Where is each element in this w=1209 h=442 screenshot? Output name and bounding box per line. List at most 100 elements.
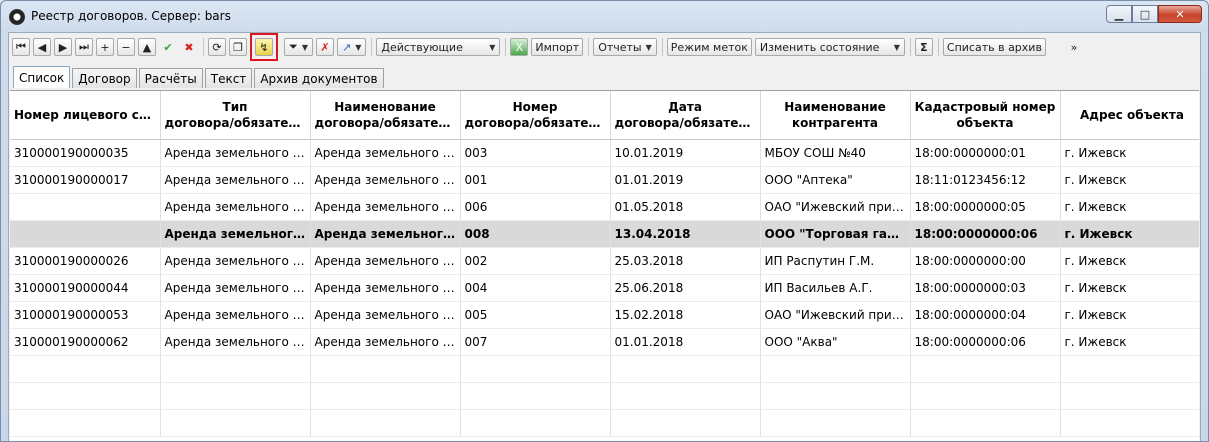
window-title: Реестр договоров. Сервер: bars: [31, 9, 231, 23]
table-cell: Аренда земельного у...: [160, 220, 311, 248]
table-cell: 004: [460, 274, 611, 302]
archive-button[interactable]: Списать в архив: [942, 38, 1046, 56]
table-row[interactable]: 310000190000026 Аренда земельного уча... А…: [10, 247, 1199, 275]
column-header[interactable]: Наименование договора/обязательс...: [310, 91, 461, 140]
column-header-line: Дата: [668, 100, 702, 114]
tab-text[interactable]: Текст: [204, 68, 253, 88]
navigate-dropdown[interactable]: ↗ ▼: [336, 38, 367, 56]
column-header-line: Номер: [512, 100, 558, 114]
first-record-icon[interactable]: ⏮: [12, 38, 30, 56]
cancel-icon[interactable]: ✖: [180, 38, 198, 56]
excel-icon[interactable]: X: [510, 38, 529, 56]
empty-row: [10, 382, 1199, 410]
tab-list[interactable]: Список: [13, 66, 71, 88]
import-button[interactable]: Импорт: [531, 38, 584, 56]
table-row[interactable]: 310000190000053 Аренда земельного уча... А…: [10, 301, 1199, 329]
refresh-icon[interactable]: ⟳: [208, 38, 226, 56]
last-record-icon[interactable]: ⏭: [75, 38, 93, 56]
table-cell: Аренда земельного уча...: [160, 193, 311, 221]
toolbar-separator: [588, 38, 590, 56]
table-cell: 007: [460, 328, 611, 356]
table-cell: [10, 220, 161, 248]
empty-cell: [10, 382, 161, 410]
column-header[interactable]: Тип договора/обязательс...: [160, 91, 311, 140]
toolbar-separator: [203, 38, 204, 56]
reports-dropdown[interactable]: Отчеты ▼: [593, 38, 657, 56]
column-header[interactable]: Дата договора/обязательс...: [610, 91, 761, 140]
status-filter-select[interactable]: Действующие ▼: [376, 38, 501, 56]
table-cell: 310000190000044: [10, 274, 161, 302]
table-cell: 18:00:0000000:04: [910, 301, 1061, 329]
table-cell: ООО "Аква": [760, 328, 911, 356]
maximize-button[interactable]: □: [1132, 5, 1158, 23]
column-header[interactable]: Номер договора/обязательс...: [460, 91, 611, 140]
table-cell: г. Ижевск: [1060, 274, 1199, 302]
column-header-line: Тип: [222, 100, 248, 114]
table-cell: Аренда земельного уча...: [310, 139, 461, 167]
table-row[interactable]: Аренда земельного уча... Аренда земельног…: [10, 193, 1199, 221]
table-cell: Аренда земельного уча...: [310, 193, 461, 221]
main-area: ⏮ ◀ ▶ ⏭ + − ▲ ✔ ✖ ⟳ ❐ ↯ ⏷ ▼ ✗ ↗ ▼ Действую…: [8, 32, 1201, 441]
app-window: Реестр договоров. Сервер: bars ▁ □ ✕ ⏮ ◀…: [0, 0, 1209, 442]
table-cell: Аренда земельного уча...: [160, 301, 311, 329]
table-row[interactable]: 310000190000035 Аренда земельного уча... А…: [10, 139, 1199, 167]
table-cell: г. Ижевск: [1060, 193, 1199, 221]
empty-cell: [910, 382, 1061, 410]
column-header[interactable]: Кадастровый номер объекта: [910, 91, 1061, 140]
table-cell: 18:00:0000000:01: [910, 139, 1061, 167]
table-cell: 18:00:0000000:06: [910, 220, 1061, 248]
minimize-button[interactable]: ▁: [1106, 5, 1132, 23]
table-cell: г. Ижевск: [1060, 328, 1199, 356]
tab-contract[interactable]: Договор: [72, 68, 137, 88]
table-row[interactable]: 310000190000044 Аренда земельного уча... А…: [10, 274, 1199, 302]
table-cell: г. Ижевск: [1060, 247, 1199, 275]
table-cell: Аренда земельного уча...: [310, 301, 461, 329]
sum-button[interactable]: Σ: [914, 38, 933, 56]
table-cell: 18:00:0000000:03: [910, 274, 1061, 302]
table-cell: 008: [460, 220, 611, 248]
table-row[interactable]: 310000190000062 Аренда земельного уча... А…: [10, 328, 1199, 356]
table-cell: 006: [460, 193, 611, 221]
close-button[interactable]: ✕: [1158, 5, 1202, 23]
table-cell: Аренда земельного уча...: [160, 274, 311, 302]
confirm-icon[interactable]: ✔: [159, 38, 177, 56]
empty-cell: [10, 355, 161, 383]
change-state-dropdown[interactable]: Изменить состояние ▼: [754, 38, 905, 56]
copy-icon[interactable]: ❐: [229, 38, 247, 56]
table-cell: г. Ижевск: [1060, 220, 1199, 248]
move-up-icon[interactable]: ▲: [138, 38, 156, 56]
export-icon[interactable]: ↯: [255, 38, 273, 56]
column-header-line: контрагента: [791, 116, 879, 130]
clear-filter-icon[interactable]: ✗: [315, 38, 334, 56]
table-row[interactable]: Аренда земельного у...Аренда земельного …: [10, 220, 1199, 248]
prev-record-icon[interactable]: ◀: [33, 38, 51, 56]
mark-mode-button[interactable]: Режим меток: [666, 38, 752, 56]
empty-cell: [310, 355, 461, 383]
table-header-row: Номер лицевого счёта Тип договора/обязател…: [10, 91, 1199, 140]
filter-dropdown[interactable]: ⏷ ▼: [284, 38, 313, 56]
empty-cell: [460, 409, 611, 437]
empty-cell: [160, 355, 311, 383]
table-cell: 002: [460, 247, 611, 275]
toolbar: ⏮ ◀ ▶ ⏭ + − ▲ ✔ ✖ ⟳ ❐ ↯ ⏷ ▼ ✗ ↗ ▼ Действую…: [9, 33, 1200, 61]
tab-document-archive[interactable]: Архив документов: [254, 68, 384, 88]
next-record-icon[interactable]: ▶: [54, 38, 72, 56]
toolbar-overflow-icon[interactable]: »: [1067, 38, 1081, 56]
table-cell: 310000190000062: [10, 328, 161, 356]
table-cell: 005: [460, 301, 611, 329]
column-header[interactable]: Наименование контрагента: [760, 91, 911, 140]
tab-calculations[interactable]: Расчёты: [138, 68, 203, 88]
table-cell: ООО "Торговая галер...: [760, 220, 911, 248]
delete-record-icon[interactable]: −: [117, 38, 135, 56]
column-header-line: договора/обязательс...: [314, 116, 456, 130]
empty-cell: [910, 355, 1061, 383]
empty-cell: [10, 409, 161, 437]
table-cell: Аренда земельного уча...: [310, 274, 461, 302]
table-row[interactable]: 310000190000017 Аренда земельного уча... А…: [10, 166, 1199, 194]
column-header[interactable]: Адрес объекта: [1060, 91, 1199, 140]
add-record-icon[interactable]: +: [96, 38, 114, 56]
empty-cell: [460, 382, 611, 410]
column-header[interactable]: Номер лицевого счёта: [10, 91, 161, 140]
toolbar-separator: [505, 38, 507, 56]
table-cell: 01.05.2018: [610, 193, 761, 221]
